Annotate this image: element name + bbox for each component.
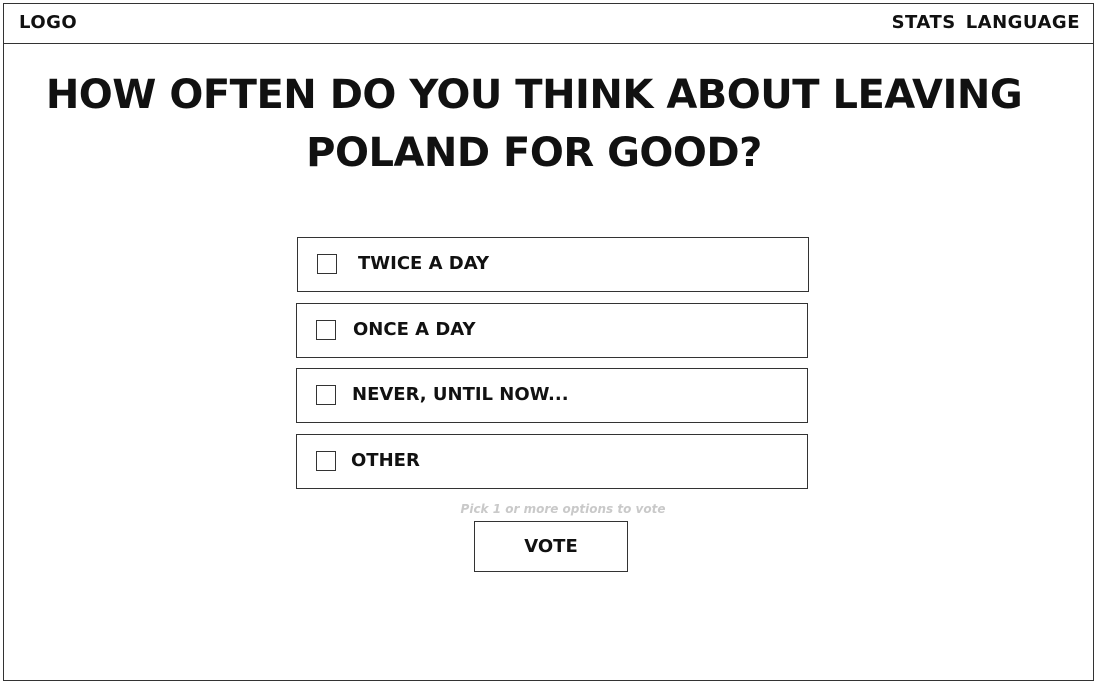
poll-question-line-2: POLAND FOR GOOD?	[306, 130, 762, 176]
poll-option-label: NEVER, UNTIL NOW...	[352, 384, 569, 405]
top-nav: STATS LANGUAGE	[892, 12, 1080, 34]
top-bar: LOGO STATS LANGUAGE	[4, 4, 1093, 44]
vote-button[interactable]: VOTE	[474, 521, 628, 572]
poll-option-twice-a-day[interactable]: TWICE A DAY	[297, 237, 809, 292]
poll-option-once-a-day[interactable]: ONCE A DAY	[296, 303, 808, 358]
poll-option-checkbox[interactable]	[316, 451, 336, 471]
logo[interactable]: LOGO	[19, 12, 77, 34]
nav-stats-link[interactable]: STATS	[892, 12, 956, 34]
poll-option-label: TWICE A DAY	[358, 253, 489, 274]
vote-hint: Pick 1 or more options to vote	[460, 502, 666, 516]
poll-question: HOW OFTEN DO YOU THINK ABOUT LEAVING POL…	[44, 66, 1024, 182]
nav-language-link[interactable]: LANGUAGE	[966, 12, 1080, 34]
poll-option-checkbox[interactable]	[316, 385, 336, 405]
poll-option-never-until-now[interactable]: NEVER, UNTIL NOW...	[296, 368, 808, 423]
app-frame: LOGO STATS LANGUAGE HOW OFTEN DO YOU THI…	[3, 3, 1094, 681]
poll-option-label: ONCE A DAY	[353, 319, 476, 340]
poll-question-line-1: HOW OFTEN DO YOU THINK ABOUT LEAVING	[45, 72, 1023, 118]
poll-option-label: OTHER	[351, 450, 420, 471]
poll-option-other[interactable]: OTHER	[296, 434, 808, 489]
poll-option-checkbox[interactable]	[316, 320, 336, 340]
poll-option-checkbox[interactable]	[317, 254, 337, 274]
